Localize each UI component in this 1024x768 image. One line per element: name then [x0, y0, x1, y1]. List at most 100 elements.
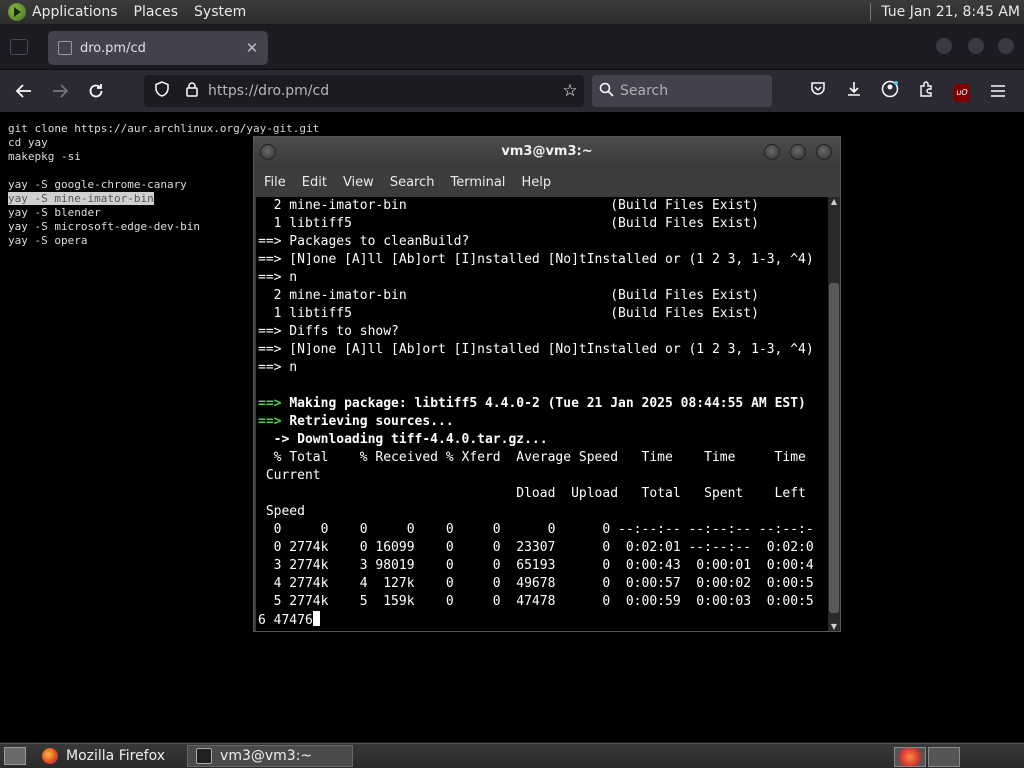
- page-favicon-icon: [58, 41, 72, 55]
- terminal-line: ==> n: [258, 360, 297, 375]
- page-line: git clone https://aur.archlinux.org/yay-…: [8, 122, 320, 135]
- page-line: yay -S google-chrome-canary: [8, 178, 187, 191]
- page-line: yay -S blender: [8, 206, 101, 219]
- reload-icon: [89, 84, 103, 98]
- terminal-line-text: ==> Diffs to show?: [258, 324, 399, 339]
- terminal-close-button[interactable]: [816, 144, 832, 160]
- scrollbar-thumb[interactable]: [829, 283, 839, 613]
- menu-view[interactable]: View: [343, 175, 374, 190]
- terminal-titlebar[interactable]: vm3@vm3:~: [254, 137, 840, 167]
- terminal-line: ==> Diffs to show?: [258, 324, 399, 339]
- terminal-line: ==> n: [258, 270, 297, 285]
- menu-help[interactable]: Help: [521, 175, 551, 190]
- taskbar-label: Mozilla Firefox: [66, 748, 166, 764]
- terminal-line-text: 6 47476: [258, 613, 313, 628]
- terminal-line-text: ==> n: [258, 270, 298, 285]
- terminal-line: 4 2774k 4 127k 0 0 49678 0 0:00:57 0:00:…: [258, 576, 814, 591]
- tab-overview-icon[interactable]: [10, 39, 28, 55]
- tab-close-icon[interactable]: ✕: [242, 39, 262, 57]
- terminal-window[interactable]: vm3@vm3:~ File Edit View Search Terminal…: [253, 136, 841, 632]
- terminal-maximize-button[interactable]: [790, 144, 806, 160]
- window-close-button[interactable]: [998, 38, 1014, 54]
- terminal-icon: [196, 748, 213, 764]
- menu-applications[interactable]: Applications: [32, 4, 118, 20]
- back-button[interactable]: [8, 75, 40, 107]
- back-arrow-icon: [15, 84, 31, 98]
- terminal-line: 1 libtiff5 (Build Files Exist): [258, 306, 759, 321]
- terminal-line-text: 5 2774k 5 159k 0 0 47478 0 0:00:59 0:00:…: [258, 594, 814, 609]
- show-desktop-icon[interactable]: [4, 747, 26, 765]
- maximize-button[interactable]: [968, 38, 984, 54]
- panel-separator: [870, 3, 872, 21]
- clock[interactable]: Tue Jan 21, 8:45 AM: [881, 4, 1020, 20]
- search-icon: [592, 82, 620, 101]
- menu-edit[interactable]: Edit: [302, 175, 327, 190]
- terminal-line-text: Speed: [258, 504, 305, 519]
- terminal-line: 1 libtiff5 (Build Files Exist): [258, 216, 759, 231]
- terminal-prompt-arrow: ==>: [258, 414, 290, 429]
- pocket-icon[interactable]: [800, 81, 836, 101]
- top-panel: Applications Places System Tue Jan 21, 8…: [0, 0, 1024, 25]
- taskbar-item-firefox[interactable]: Mozilla Firefox: [34, 745, 173, 767]
- downloads-icon[interactable]: [836, 81, 872, 101]
- terminal-menubar: File Edit View Search Terminal Help: [254, 167, 840, 197]
- firefox-icon: [42, 748, 58, 764]
- minimize-button[interactable]: [936, 38, 952, 54]
- toolbar-icons: uO: [800, 75, 1016, 107]
- terminal-scrollbar[interactable]: ▲ ▼: [828, 197, 840, 631]
- terminal-line: 0 2774k 0 16099 0 0 23307 0 0:02:01 --:-…: [258, 540, 814, 555]
- workspace-2[interactable]: [928, 747, 960, 767]
- address-bar[interactable]: https://dro.pm/cd ☆: [144, 75, 584, 107]
- url-text: https://dro.pm/cd: [208, 83, 330, 99]
- terminal-line: 0 0 0 0 0 0 0 0 --:--:-- --:--:-- --:--:…: [258, 522, 814, 537]
- scroll-up-arrow-icon[interactable]: ▲: [828, 197, 840, 206]
- page-line: cd yay: [8, 136, 48, 149]
- workspace-1[interactable]: [894, 747, 926, 767]
- terminal-line: ==> Packages to cleanBuild?: [258, 234, 469, 249]
- terminal-window-menu-button[interactable]: [260, 144, 276, 160]
- terminal-line-text: Dload Upload Total Spent Left: [258, 486, 806, 501]
- menu-search[interactable]: Search: [390, 175, 435, 190]
- terminal-line: Dload Upload Total Spent Left: [258, 486, 806, 501]
- terminal-line: 2 mine-imator-bin (Build Files Exist): [258, 288, 759, 303]
- terminal-line: Speed: [258, 504, 305, 519]
- bookmark-star-icon[interactable]: ☆: [556, 81, 584, 101]
- forward-button[interactable]: [44, 75, 76, 107]
- terminal-line: ==> [N]one [A]ll [Ab]ort [I]nstalled [No…: [258, 342, 814, 357]
- tab-dro-pm[interactable]: dro.pm/cd ✕: [48, 31, 268, 65]
- terminal-line: 3 2774k 3 98019 0 0 65193 0 0:00:43 0:00…: [258, 558, 814, 573]
- terminal-line-text: Current: [258, 468, 321, 483]
- terminal-line-text: -> Downloading tiff-4.4.0.tar.gz...: [258, 432, 548, 447]
- search-input[interactable]: Search: [592, 75, 772, 107]
- extensions-icon[interactable]: [908, 81, 944, 101]
- ublock-origin-icon[interactable]: uO: [944, 80, 980, 102]
- terminal-line-text: 1 libtiff5 (Build Files Exist): [258, 216, 759, 231]
- terminal-line: 5 2774k 5 159k 0 0 47478 0 0:00:59 0:00:…: [258, 594, 814, 609]
- reload-button[interactable]: [80, 75, 112, 107]
- page-line: makepkg -si: [8, 150, 81, 163]
- account-icon[interactable]: [872, 80, 908, 102]
- menu-places[interactable]: Places: [134, 4, 179, 20]
- browser-toolbar: https://dro.pm/cd ☆ Search uO: [0, 70, 1024, 112]
- terminal-minimize-button[interactable]: [764, 144, 780, 160]
- terminal-text: 2 mine-imator-bin (Build Files Exist) 1 …: [256, 197, 828, 630]
- terminal-line-text: 3 2774k 3 98019 0 0 65193 0 0:00:43 0:00…: [258, 558, 814, 573]
- browser-tab-bar: dro.pm/cd ✕: [0, 25, 1024, 70]
- terminal-line: Current: [258, 468, 321, 483]
- menu-file[interactable]: File: [264, 175, 286, 190]
- terminal-line: 6 47476: [258, 611, 320, 628]
- lock-icon[interactable]: [180, 81, 204, 101]
- terminal-output[interactable]: 2 mine-imator-bin (Build Files Exist) 1 …: [256, 197, 828, 631]
- tracking-protection-shield-icon[interactable]: [150, 81, 174, 101]
- menu-system[interactable]: System: [194, 4, 246, 20]
- terminal-line: -> Downloading tiff-4.4.0.tar.gz...: [258, 432, 548, 447]
- menu-terminal[interactable]: Terminal: [450, 175, 505, 190]
- taskbar-item-terminal[interactable]: vm3@vm3:~: [187, 745, 354, 767]
- scroll-down-arrow-icon[interactable]: ▼: [828, 622, 840, 631]
- terminal-line-text: ==> Packages to cleanBuild?: [258, 234, 470, 249]
- distro-logo-icon[interactable]: [8, 3, 26, 21]
- forward-arrow-icon: [53, 84, 69, 98]
- taskbar-label: vm3@vm3:~: [220, 748, 313, 764]
- hamburger-menu-icon[interactable]: [980, 82, 1016, 101]
- terminal-line-text: ==> n: [258, 360, 298, 375]
